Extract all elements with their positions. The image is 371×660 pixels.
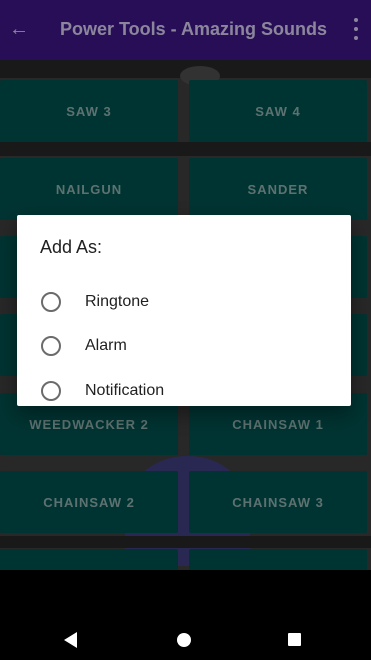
option-notification[interactable]: Notification (17, 370, 351, 414)
nav-home-icon[interactable] (177, 633, 191, 647)
radio-button-icon[interactable] (41, 336, 61, 356)
nav-recents-icon[interactable] (288, 633, 301, 646)
add-as-dialog: Add As: Ringtone Alarm Notification (17, 215, 351, 406)
option-alarm[interactable]: Alarm (17, 325, 351, 369)
radio-button-icon[interactable] (41, 292, 61, 312)
dialog-title: Add As: (40, 237, 103, 257)
radio-button-icon[interactable] (41, 381, 61, 401)
option-ringtone[interactable]: Ringtone (17, 281, 351, 325)
nav-back-icon[interactable] (64, 632, 77, 648)
option-label: Ringtone (85, 293, 150, 310)
option-label: Notification (85, 382, 165, 399)
option-label: Alarm (85, 337, 127, 354)
